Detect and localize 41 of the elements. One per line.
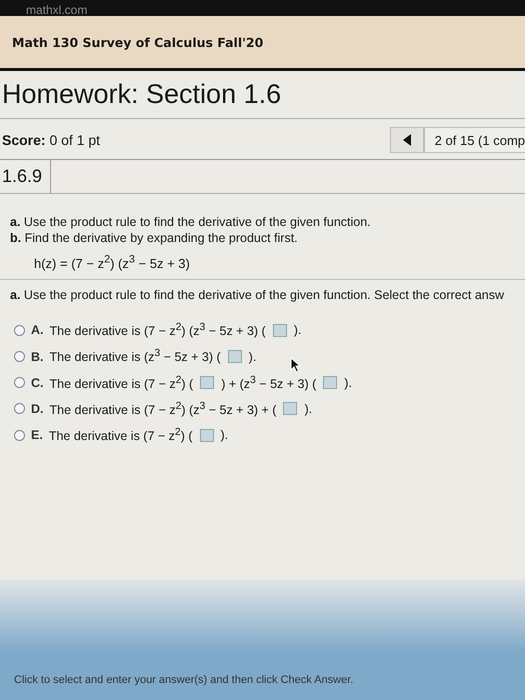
option-text: The derivative is (z$^{3}$ − 5z + 3) ( [50, 348, 221, 365]
radio-button[interactable] [14, 430, 25, 441]
answer-box[interactable] [283, 402, 298, 416]
previous-button[interactable] [390, 127, 424, 153]
question-number: 1.6.9 [0, 160, 52, 193]
option-letter: A. [31, 323, 44, 338]
option-text: ). [220, 428, 228, 442]
option-text: The derivative is (7 − z$^{2}$) (z$^{3}$ − 5z + 3) ( [50, 322, 266, 338]
footer-hint: Click to select and enter your answer(s) and then click Check Answer. [14, 674, 354, 686]
browser-url: mathxl.com [26, 4, 88, 16]
option-text: ) + (z$^{3}$ − 5z + 3) ( [221, 374, 316, 391]
instruction-text: b. Find the derivative by expanding the product first. [10, 230, 299, 246]
course-title: Math 130 Survey of Calculus Fall'20 [12, 34, 264, 50]
answer-box[interactable] [200, 428, 214, 442]
part-a-prompt: a. Use the product rule to find the derivative of the given function. Select the correct answ [9, 287, 506, 304]
answer-box[interactable] [200, 376, 214, 390]
option-letter: B. [31, 350, 44, 364]
instruction-text: a. Use the product rule to find the derivative of the given function. [10, 214, 372, 230]
left-triangle-icon [402, 134, 411, 146]
mouse-pointer-icon [290, 357, 302, 373]
radio-button[interactable] [14, 351, 25, 362]
option-text: The derivative is (7 − z$^{2}$) ( [48, 426, 193, 444]
radio-button[interactable] [14, 403, 25, 414]
radio-button[interactable] [14, 324, 25, 336]
radio-button[interactable] [14, 377, 25, 388]
function-formula: h(z) = (7 − z$^{2}$) (z$^{3}$ − 5z + 3) [34, 256, 190, 272]
option-text: The derivative is (7 − z$^{2}$) (z$^{3}$ − 5z + 3) + ( [50, 400, 276, 417]
score-text: Score: 0 of 1 pt [2, 132, 100, 148]
homework-title: Homework: Section 1.6 [0, 71, 525, 119]
answer-box[interactable] [228, 350, 242, 364]
option-letter: E. [31, 428, 43, 442]
question-position: 2 of 15 (1 comp [424, 127, 525, 153]
option-letter: C. [31, 376, 44, 390]
answer-box[interactable] [272, 324, 287, 337]
option-text: The derivative is (7 − z$^{2}$) ( [50, 374, 194, 391]
answer-box[interactable] [323, 376, 338, 390]
option-text: ). [304, 402, 312, 416]
option-text: ). [344, 376, 352, 390]
option-text: ). [294, 323, 302, 338]
option-letter: D. [31, 402, 44, 416]
option-text: ). [248, 350, 256, 364]
